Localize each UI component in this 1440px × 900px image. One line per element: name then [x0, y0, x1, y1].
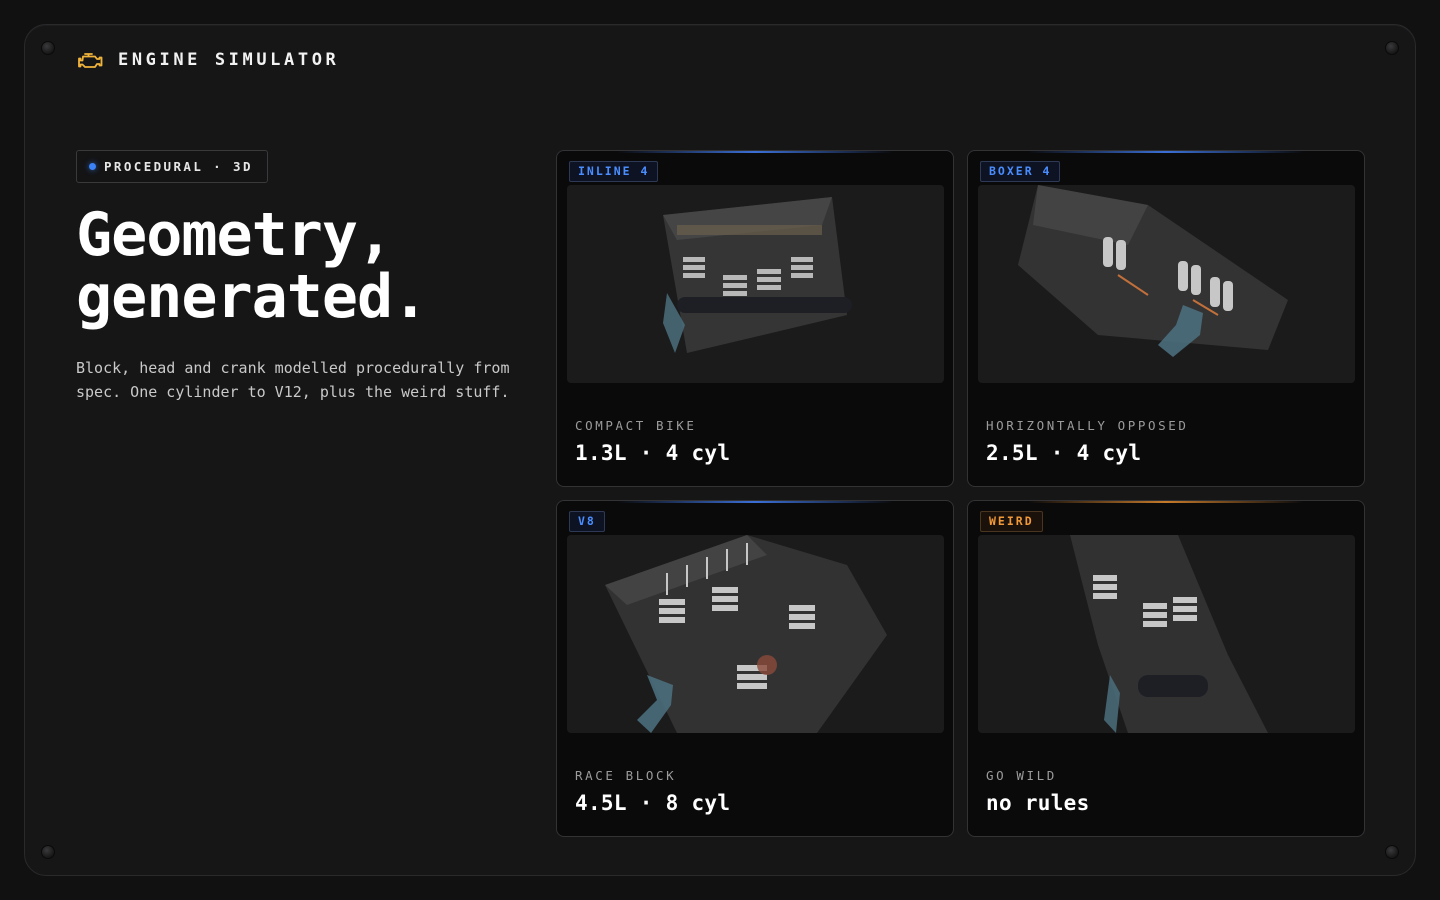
engine-spec: 1.3L · 4 cyl — [575, 441, 731, 465]
card-glow — [1028, 151, 1304, 153]
engine-type-tag: V8 — [569, 511, 605, 532]
badge-label: PROCEDURAL · 3D — [104, 159, 253, 174]
engine-check-icon — [78, 50, 104, 70]
card-glow — [1028, 501, 1304, 503]
procedural-badge: PROCEDURAL · 3D — [76, 150, 268, 183]
engine-card-weird[interactable]: WEIRD GO WILD no rules — [967, 500, 1365, 837]
inline4-engine-render — [663, 197, 852, 353]
hero-description: Block, head and crank modelled procedura… — [76, 359, 510, 401]
engine-spec: 4.5L · 8 cyl — [575, 791, 731, 815]
engine-type-tag: BOXER 4 — [980, 161, 1061, 182]
engine-subtitle: RACE BLOCK — [575, 768, 677, 783]
engine-preview[interactable] — [567, 535, 944, 733]
boxer4-engine-render — [1018, 185, 1288, 357]
corner-screw — [41, 845, 55, 859]
engine-card-inline4[interactable]: INLINE 4 COMPACT BIKE 1.3L · 4 cyl — [556, 150, 954, 487]
app-header: ENGINE SIMULATOR — [78, 50, 339, 70]
engine-spec: 2.5L · 4 cyl — [986, 441, 1142, 465]
app-title: ENGINE SIMULATOR — [118, 50, 340, 70]
corner-screw — [41, 41, 55, 55]
card-glow — [617, 501, 893, 503]
corner-screw — [1385, 41, 1399, 55]
weird-engine-render — [1070, 535, 1268, 733]
engine-subtitle: GO WILD — [986, 768, 1057, 783]
card-glow — [617, 151, 893, 153]
engine-card-v8[interactable]: V8 RACE BLOCK 4.5L · 8 cyl — [556, 500, 954, 837]
engine-subtitle: HORIZONTALLY OPPOSED — [986, 418, 1189, 433]
engine-preview[interactable] — [978, 535, 1355, 733]
headline-line-2: generated. — [76, 262, 428, 332]
engine-subtitle: COMPACT BIKE — [575, 418, 697, 433]
engine-type-tag: WEIRD — [980, 511, 1043, 532]
engine-spec: no rules — [986, 791, 1090, 815]
engine-card-boxer4[interactable]: BOXER 4 HORIZONTALLY OPPOSED 2.5L · 4 cy… — [967, 150, 1365, 487]
status-dot — [89, 163, 96, 170]
v8-engine-render — [605, 535, 887, 733]
corner-screw — [1385, 845, 1399, 859]
engine-type-tag: INLINE 4 — [569, 161, 659, 182]
headline-line-1: Geometry, — [76, 200, 393, 270]
engine-preview[interactable] — [978, 185, 1355, 383]
page-title: Geometry, generated. — [76, 200, 428, 332]
engine-preview[interactable] — [567, 185, 944, 383]
